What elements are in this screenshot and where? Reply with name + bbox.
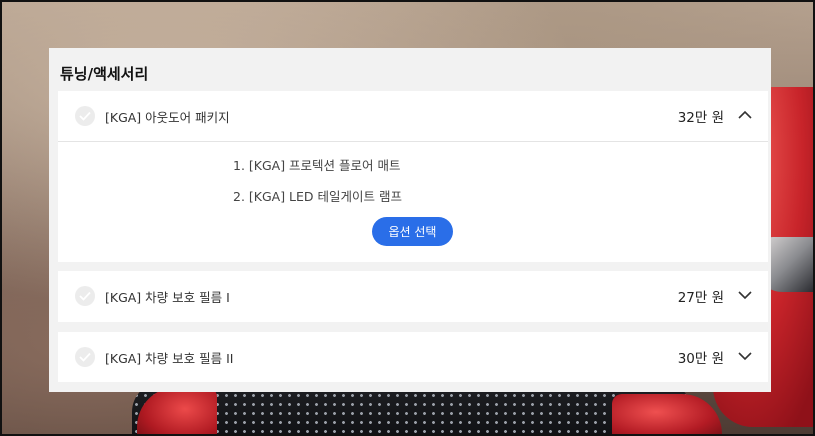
screenshot-frame: 튜닝/액세서리 [KGA] 아웃도어 패키지 32만 원 1. [KGA] 프로… (0, 0, 815, 436)
chevron-down-icon[interactable] (738, 351, 752, 361)
chevron-up-icon[interactable] (738, 110, 752, 120)
tuning-accessory-panel: 튜닝/액세서리 [KGA] 아웃도어 패키지 32만 원 1. [KGA] 프로… (49, 48, 771, 392)
accessory-item-price: 27만 원 (677, 290, 724, 306)
accessory-item-label: [KGA] 아웃도어 패키지 (105, 110, 230, 125)
panel-title: 튜닝/액세서리 (60, 65, 149, 83)
accessory-item-price: 32만 원 (677, 110, 724, 126)
accessory-item-header[interactable]: [KGA] 차량 보호 필름 I 27만 원 (58, 271, 768, 321)
chevron-down-icon[interactable] (738, 290, 752, 300)
accessory-item-protection-film-2: [KGA] 차량 보호 필름 II 30만 원 (58, 332, 768, 382)
package-content-item: 2. [KGA] LED 테일게이트 램프 (233, 189, 402, 204)
check-circle-icon[interactable] (75, 106, 95, 126)
accessory-item-outdoor-package: [KGA] 아웃도어 패키지 32만 원 1. [KGA] 프로텍션 플로어 매… (58, 91, 768, 262)
select-option-button[interactable]: 옵션 선택 (372, 217, 453, 246)
accessory-item-label: [KGA] 차량 보호 필름 II (105, 351, 234, 366)
package-content-item: 1. [KGA] 프로텍션 플로어 매트 (233, 158, 401, 173)
check-circle-icon[interactable] (75, 286, 95, 306)
accessory-item-protection-film-1: [KGA] 차량 보호 필름 I 27만 원 (58, 271, 768, 322)
check-circle-icon[interactable] (75, 347, 95, 367)
accessory-item-price: 30만 원 (677, 351, 724, 367)
package-contents-list: 1. [KGA] 프로텍션 플로어 매트 2. [KGA] LED 테일게이트 … (58, 142, 768, 262)
accessory-item-header[interactable]: [KGA] 차량 보호 필름 II 30만 원 (58, 332, 768, 382)
accessory-item-label: [KGA] 차량 보호 필름 I (105, 290, 230, 305)
accessory-item-header[interactable]: [KGA] 아웃도어 패키지 32만 원 (58, 91, 768, 141)
